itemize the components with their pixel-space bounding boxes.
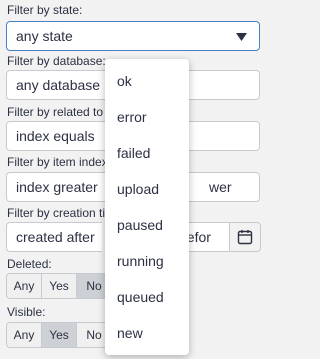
related-filter-label: Filter by related to	[7, 105, 104, 119]
state-filter-label: Filter by state:	[7, 3, 83, 17]
deleted-filter-label: Deleted:	[7, 257, 52, 271]
visible-yes-button[interactable]: Yes	[41, 322, 77, 348]
created-after-input[interactable]: created after	[6, 222, 102, 252]
deleted-yes-button[interactable]: Yes	[41, 273, 77, 299]
state-option-new[interactable]: new	[105, 315, 189, 351]
database-filter-label: Filter by database:	[7, 54, 106, 68]
state-option-upload[interactable]: upload	[105, 171, 189, 207]
state-dropdown-menu: ok error failed upload paused running qu…	[105, 59, 189, 355]
visible-toggle-group: Any Yes No	[6, 322, 112, 348]
state-option-queued[interactable]: queued	[105, 279, 189, 315]
deleted-toggle-group: Any Yes No	[6, 273, 112, 299]
caret-down-icon	[236, 33, 247, 41]
database-select-value: any database	[16, 77, 101, 93]
item-index-input-value: index greater	[16, 179, 98, 195]
state-option-error[interactable]: error	[105, 99, 189, 135]
calendar-button[interactable]	[229, 222, 261, 252]
creation-time-filter-label: Filter by creation ti	[7, 206, 106, 220]
visible-filter-label: Visible:	[7, 305, 46, 319]
state-option-paused[interactable]: paused	[105, 207, 189, 243]
state-select-value: any state	[16, 28, 73, 44]
state-select[interactable]: any state	[6, 21, 260, 51]
visible-any-button[interactable]: Any	[6, 322, 42, 348]
calendar-icon	[237, 230, 253, 245]
state-option-failed[interactable]: failed	[105, 135, 189, 171]
state-option-ok[interactable]: ok	[105, 63, 189, 99]
item-index-input-suffix: wer	[209, 179, 232, 195]
item-index-filter-label: Filter by item index	[7, 155, 108, 169]
state-option-running[interactable]: running	[105, 243, 189, 279]
created-after-value: created after	[16, 229, 95, 245]
deleted-any-button[interactable]: Any	[6, 273, 42, 299]
related-input-value: index equals	[16, 128, 95, 144]
